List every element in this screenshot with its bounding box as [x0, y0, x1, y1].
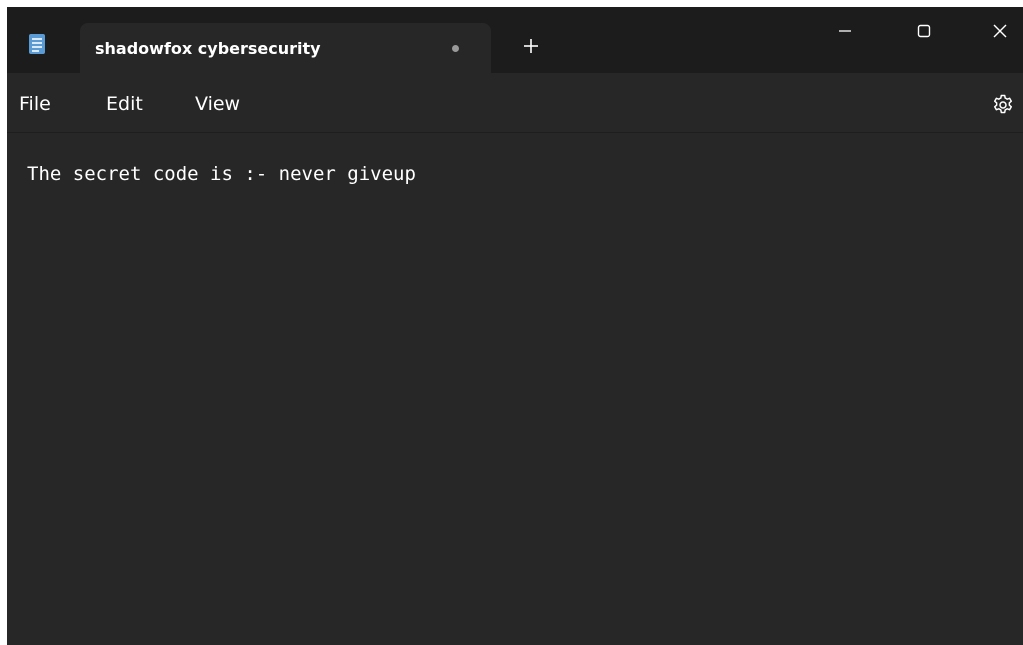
plus-icon — [524, 39, 538, 53]
minimize-button[interactable] — [822, 15, 868, 47]
gear-icon — [993, 94, 1013, 114]
menu-edit[interactable]: Edit — [106, 93, 143, 115]
settings-button[interactable] — [989, 91, 1017, 119]
close-button[interactable] — [977, 15, 1023, 47]
title-bar: shadowfox cybersecurity — [7, 7, 1023, 73]
tab-document[interactable]: shadowfox cybersecurity — [80, 23, 491, 73]
maximize-icon — [917, 24, 931, 38]
close-icon — [993, 24, 1007, 38]
tab-title: shadowfox cybersecurity — [95, 39, 321, 58]
menu-bar: File Edit View — [7, 73, 1023, 133]
editor-content[interactable]: The secret code is :- never giveup — [27, 163, 416, 185]
menu-view[interactable]: View — [195, 93, 240, 115]
menu-file[interactable]: File — [19, 93, 51, 115]
minimize-icon — [839, 30, 851, 32]
maximize-button[interactable] — [901, 15, 947, 47]
notepad-window: shadowfox cybersecurity File Edit View T… — [7, 7, 1023, 645]
text-editor[interactable]: The secret code is :- never giveup — [7, 133, 1023, 645]
notepad-icon — [29, 34, 45, 54]
new-tab-button[interactable] — [519, 34, 543, 58]
unsaved-indicator-icon — [452, 45, 459, 52]
